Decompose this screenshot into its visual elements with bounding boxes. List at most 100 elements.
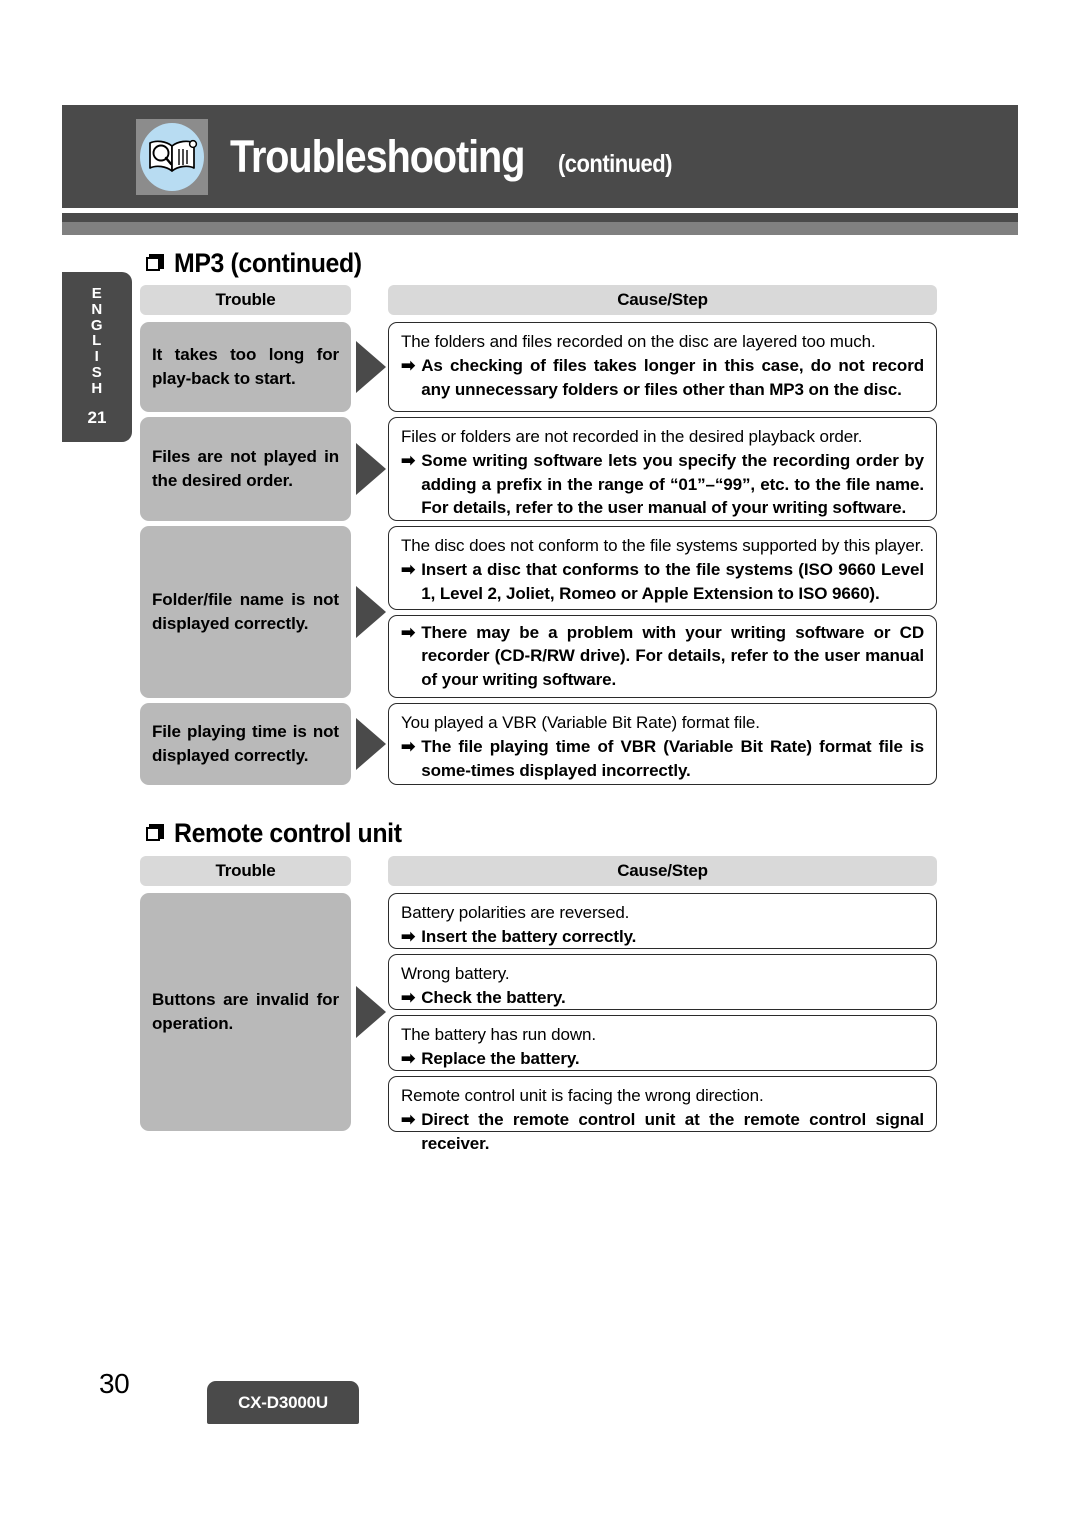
arrow-right-icon: ➡ — [401, 560, 416, 580]
step-text: The file playing time of VBR (Variable B… — [421, 737, 924, 780]
section-heading-mp3: MP3 (continued) — [146, 248, 378, 279]
step-text: Some writing software lets you specify t… — [421, 451, 924, 518]
section-title: MP3 (continued) — [174, 248, 362, 278]
section-title: Remote control unit — [174, 818, 402, 848]
trouble-cell: It takes too long for play-back to start… — [140, 322, 351, 412]
cause-text: You played a VBR (Variable Bit Rate) for… — [401, 713, 760, 732]
lang-letter: G — [90, 316, 104, 334]
cause-step-box: Wrong battery. ➡ Check the battery. — [388, 954, 937, 1010]
lang-letter: L — [92, 332, 102, 350]
step-line: ➡ As checking of files takes longer in t… — [401, 354, 924, 401]
cause-step-stack: The disc does not conform to the file sy… — [388, 526, 937, 698]
page-title-continued: (continued) — [558, 149, 673, 178]
arrow-right-icon: ➡ — [401, 451, 416, 471]
step-text: Replace the battery. — [421, 1049, 580, 1069]
model-badge: CX-D3000U — [207, 1381, 359, 1424]
column-header-cause-step: Cause/Step — [388, 285, 937, 315]
cause-step-box: Battery polarities are reversed. ➡ Inser… — [388, 893, 937, 949]
column-header-trouble: Trouble — [140, 856, 351, 886]
cause-step-stack: Battery polarities are reversed. ➡ Inser… — [388, 893, 937, 1153]
step-line: ➡ There may be a problem with your writi… — [401, 621, 924, 691]
step-text: There may be a problem with your writing… — [421, 622, 924, 689]
arrow-right-icon: ➡ — [401, 737, 416, 757]
page-number: 30 — [99, 1368, 130, 1399]
trouble-text: File playing time is not displayed corre… — [152, 721, 339, 765]
step-line: ➡ The file playing time of VBR (Variable… — [401, 735, 924, 782]
lang-letter: S — [91, 363, 103, 381]
page-title: Troubleshooting — [230, 130, 525, 182]
table-row: Buttons are invalid for operation. Batte… — [140, 893, 937, 1153]
troubleshooting-table-mp3: Trouble Cause/Step It takes too long for… — [140, 285, 937, 785]
cause-text: Battery polarities are reversed. — [401, 903, 630, 922]
cause-step-box: The folders and files recorded on the di… — [388, 322, 937, 412]
trouble-text: Buttons are invalid for operation. — [152, 989, 339, 1033]
cause-step-box: ➡ There may be a problem with your writi… — [388, 615, 937, 698]
cause-step-stack: Files or folders are not recorded in the… — [388, 417, 937, 521]
header-icon-container — [136, 118, 208, 195]
lang-letter: N — [91, 300, 103, 318]
cause-text: Files or folders are not recorded in the… — [401, 427, 863, 446]
header-rule-mid — [62, 222, 1018, 235]
arrow-triangle-icon — [356, 718, 386, 770]
arrow-right-icon: ➡ — [401, 622, 416, 642]
cause-text: The disc does not conform to the file sy… — [401, 536, 924, 555]
column-header-trouble: Trouble — [140, 285, 351, 315]
trouble-cell: File playing time is not displayed corre… — [140, 703, 351, 785]
cause-step-box: The battery has run down. ➡ Replace the … — [388, 1015, 937, 1071]
step-line: ➡ Insert a disc that conforms to the fil… — [401, 558, 924, 605]
header-rule-dark — [62, 213, 1018, 222]
arrow-right-icon: ➡ — [401, 927, 416, 947]
language-side-tab: E N G L I S H 21 — [62, 272, 132, 442]
trouble-cell: Files are not played in the desired orde… — [140, 417, 351, 521]
trouble-cell: Folder/file name is not displayed correc… — [140, 526, 351, 698]
column-header-cause-step: Cause/Step — [388, 856, 937, 886]
lang-letter: E — [91, 285, 103, 302]
trouble-text: Files are not played in the desired orde… — [152, 446, 339, 490]
trouble-text: It takes too long for play-back to start… — [152, 344, 339, 388]
arrow-right-icon: ➡ — [401, 356, 416, 376]
cause-text: Wrong battery. — [401, 964, 510, 983]
step-line: ➡ Insert the battery correctly. — [401, 925, 924, 948]
arrow-triangle-icon — [356, 986, 386, 1038]
troubleshooting-table-remote: Trouble Cause/Step Buttons are invalid f… — [140, 856, 937, 1153]
cause-text: The battery has run down. — [401, 1025, 597, 1044]
arrow-right-icon: ➡ — [401, 988, 416, 1008]
step-text: As checking of files takes longer in thi… — [421, 356, 924, 399]
table-row: Folder/file name is not displayed correc… — [140, 526, 937, 698]
cause-step-box: The disc does not conform to the file sy… — [388, 526, 937, 610]
cause-step-box: Files or folders are not recorded in the… — [388, 417, 937, 521]
step-line: ➡ Some writing software lets you specify… — [401, 449, 924, 519]
arrow-triangle-icon — [356, 341, 386, 393]
square-bullet-icon — [146, 824, 165, 843]
step-line: ➡ Direct the remote control unit at the … — [401, 1108, 924, 1155]
section-heading-remote: Remote control unit — [146, 818, 421, 849]
step-line: ➡ Check the battery. — [401, 986, 924, 1009]
side-tab-page-marker: 21 — [87, 408, 107, 428]
cause-step-box: You played a VBR (Variable Bit Rate) for… — [388, 703, 937, 785]
square-bullet-icon — [146, 254, 165, 273]
table-header-row: Trouble Cause/Step — [140, 285, 937, 315]
table-row: It takes too long for play-back to start… — [140, 322, 937, 412]
cause-step-stack: You played a VBR (Variable Bit Rate) for… — [388, 703, 937, 785]
lang-letter: H — [91, 379, 103, 397]
step-text: Check the battery. — [421, 988, 566, 1008]
step-text: Insert a disc that conforms to the file … — [421, 560, 924, 603]
book-magnifier-icon — [140, 122, 204, 191]
arrow-triangle-icon — [356, 443, 386, 495]
cause-step-box: Remote control unit is facing the wrong … — [388, 1076, 937, 1153]
step-text: Direct the remote control unit at the re… — [421, 1110, 924, 1153]
trouble-cell: Buttons are invalid for operation. — [140, 893, 351, 1131]
cause-text: The folders and files recorded on the di… — [401, 332, 876, 351]
cause-step-stack: The folders and files recorded on the di… — [388, 322, 937, 412]
table-row: File playing time is not displayed corre… — [140, 703, 937, 785]
language-label-vertical: E N G L I S H — [91, 286, 103, 396]
step-line: ➡ Replace the battery. — [401, 1047, 924, 1070]
page-header-bar: Troubleshooting (continued) — [62, 105, 1018, 208]
step-text: Insert the battery correctly. — [421, 927, 637, 947]
cause-text: Remote control unit is facing the wrong … — [401, 1086, 764, 1105]
lang-letter: I — [94, 348, 100, 365]
table-row: Files are not played in the desired orde… — [140, 417, 937, 521]
table-header-row: Trouble Cause/Step — [140, 856, 937, 886]
arrow-triangle-icon — [356, 586, 386, 638]
arrow-right-icon: ➡ — [401, 1049, 416, 1069]
